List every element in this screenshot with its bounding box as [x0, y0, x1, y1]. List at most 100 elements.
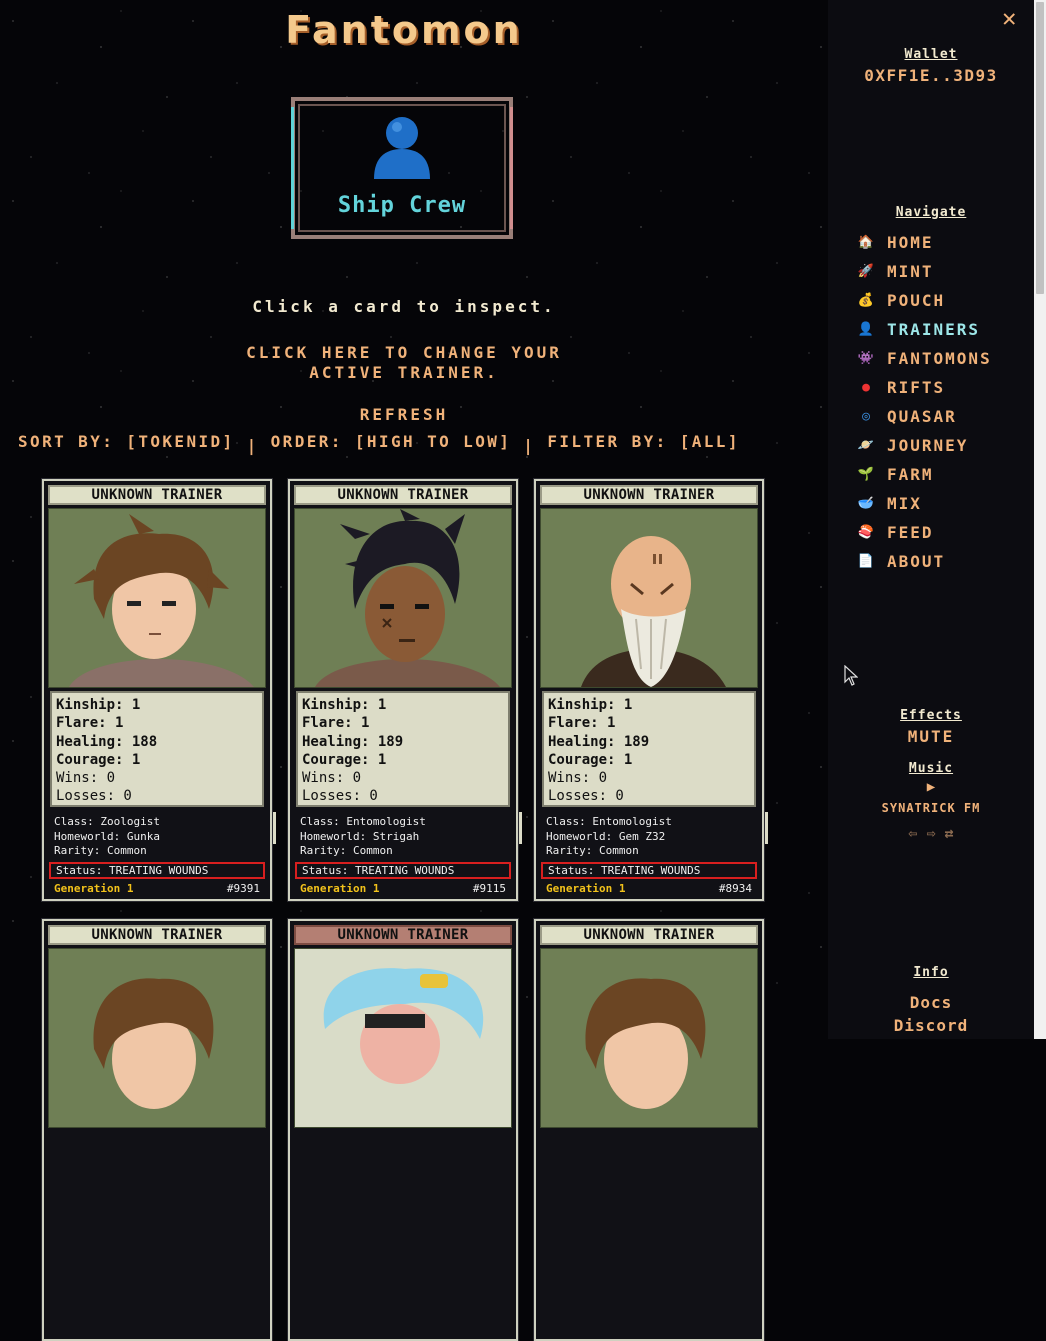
trainer-class: Class: Entomologist: [300, 815, 426, 828]
inspect-instructions: Click a card to inspect.: [252, 297, 556, 316]
scrollbar-thumb[interactable]: [1036, 2, 1044, 294]
trainer-stats: Kinship: 1 Flare: 1 Healing: 188 Courage…: [50, 691, 264, 807]
filter-by-control[interactable]: FILTER BY: [ALL]: [547, 432, 740, 451]
nav-item-fantomons[interactable]: 👾 FANTOMONS: [858, 345, 992, 371]
music-station: SYNATRICK FM: [881, 801, 981, 815]
wallet-address[interactable]: 0XFF1E..3D93: [828, 66, 1034, 85]
nav-label: POUCH: [887, 290, 946, 310]
next-track-icon[interactable]: ⇨: [926, 824, 935, 842]
card-title: UNKNOWN TRAINER: [294, 925, 512, 945]
trainer-card[interactable]: UNKNOWN TRAINER: [287, 918, 519, 1341]
order-control[interactable]: ORDER: [HIGH TO LOW]: [271, 432, 512, 451]
nav-label: JOURNEY: [887, 435, 969, 455]
stat-kinship: Kinship: 1: [302, 697, 387, 713]
nav-label: ABOUT: [887, 551, 946, 571]
trainer-portrait: [540, 948, 758, 1128]
wallet-heading: Wallet: [904, 47, 958, 62]
nav-item-trainers[interactable]: 👤 TRAINERS: [858, 316, 980, 342]
nav-label: HOME: [887, 232, 934, 252]
main-content: Fantomon Ship Crew Click a card to inspe…: [0, 0, 828, 1341]
discord-link[interactable]: Discord: [828, 1016, 1034, 1035]
stat-courage: Courage: 1: [56, 751, 141, 768]
rocket-icon: 🚀: [857, 263, 875, 279]
play-icon[interactable]: ▶: [828, 779, 1034, 795]
vortex-icon: ◎: [862, 408, 870, 424]
nav-item-home[interactable]: 🏠 HOME: [858, 229, 934, 255]
navigate-heading: Navigate: [895, 205, 967, 220]
mouse-pointer-icon: [844, 665, 858, 686]
info-heading: Info: [913, 965, 949, 980]
stat-flare: Flare: 1: [56, 715, 124, 732]
nav-label: FEED: [887, 522, 934, 542]
refresh-button[interactable]: REFRESH: [0, 405, 808, 424]
shuffle-icon[interactable]: ⇄: [945, 824, 954, 842]
food-icon: 🍣: [857, 524, 875, 540]
nav-label: MIX: [887, 493, 922, 513]
nav-item-mint[interactable]: 🚀 MINT: [858, 258, 934, 284]
trainer-class: Class: Zoologist: [54, 815, 160, 828]
trainer-generation: Generation 1: [546, 882, 626, 895]
seedling-icon: 🌱: [857, 466, 875, 482]
trainer-card[interactable]: UNKNOWN TRAINER Kinship: 1 Flare: 1 Heal…: [41, 478, 273, 902]
planet-icon: 🪐: [857, 437, 875, 453]
nav-item-mix[interactable]: 🥣 MIX: [858, 490, 922, 516]
stat-wins: Wins: 0: [548, 770, 608, 787]
trainer-card[interactable]: UNKNOWN TRAINER Kinship: 1 Flare: 1 Heal…: [533, 478, 765, 902]
page-icon: 📄: [857, 553, 875, 569]
nav-label: RIFTS: [887, 377, 946, 397]
card-controls: SORT BY: [TOKENID] | ORDER: [HIGH TO LOW] |…: [18, 432, 818, 455]
trainer-token-id: #8934: [718, 882, 752, 895]
person-icon: [374, 117, 430, 179]
trainer-status: Status: TREATING WOUNDS: [49, 862, 265, 879]
trainer-stats: Kinship: 1 Flare: 1 Healing: 189 Courage…: [542, 691, 756, 807]
trainer-meta: Class: Zoologist Homeworld: Gunka Rarity…: [54, 815, 160, 859]
docs-link[interactable]: Docs: [828, 993, 1034, 1012]
mute-toggle[interactable]: MUTE: [828, 727, 1034, 746]
nav-item-farm[interactable]: 🌱 FARM: [858, 461, 934, 487]
previous-track-icon[interactable]: ⇦: [908, 824, 917, 842]
trainer-rarity: Rarity: Common: [54, 844, 147, 857]
nav-item-rifts[interactable]: ● RIFTS: [858, 374, 945, 400]
change-active-trainer-link[interactable]: CLICK HERE TO CHANGE YOUR ACTIVE TRAINER…: [0, 343, 808, 383]
ship-crew-label: Ship Crew: [337, 193, 467, 218]
stat-healing: Healing: 188: [56, 733, 158, 750]
trainer-card[interactable]: UNKNOWN TRAINER: [533, 918, 765, 1341]
card-title: UNKNOWN TRAINER: [540, 925, 758, 945]
stat-losses: Losses: 0: [302, 788, 378, 805]
trainer-card[interactable]: UNKNOWN TRAINER: [41, 918, 273, 1341]
stat-wins: Wins: 0: [302, 770, 362, 787]
stat-kinship: Kinship: 1: [56, 697, 141, 713]
change-trainer-line-2: ACTIVE TRAINER.: [309, 363, 499, 382]
nav-label: QUASAR: [887, 406, 957, 426]
nav-label: MINT: [887, 261, 934, 281]
trainer-portrait: [294, 508, 512, 688]
nav-label: FARM: [887, 464, 934, 484]
close-icon[interactable]: ✕: [1002, 4, 1016, 32]
trainer-card[interactable]: UNKNOWN TRAINER Kinship: 1 Flare: 1 Heal…: [287, 478, 519, 902]
person-icon: 👤: [857, 321, 875, 337]
house-icon: 🏠: [857, 234, 875, 250]
stat-losses: Losses: 0: [56, 788, 132, 805]
music-controls: ⇦ ⇨ ⇄: [828, 824, 1034, 842]
card-edge-marker: [519, 812, 522, 844]
sort-by-control[interactable]: SORT BY: [TOKENID]: [18, 432, 235, 451]
nav-item-quasar[interactable]: ◎ QUASAR: [858, 403, 957, 429]
scrollbar[interactable]: [1034, 0, 1046, 1039]
trainer-portrait: [294, 948, 512, 1128]
card-edge-marker: [273, 812, 276, 844]
stat-losses: Losses: 0: [548, 788, 624, 805]
stat-courage: Courage: 1: [302, 751, 387, 768]
alien-monster-icon: 👾: [857, 350, 875, 366]
stat-kinship: Kinship: 1: [548, 697, 633, 713]
nav-item-journey[interactable]: 🪐 JOURNEY: [858, 432, 968, 458]
card-title: UNKNOWN TRAINER: [540, 485, 758, 505]
nav-item-pouch[interactable]: 💰 POUCH: [858, 287, 945, 313]
card-title: UNKNOWN TRAINER: [294, 485, 512, 505]
stat-flare: Flare: 1: [548, 715, 616, 732]
nav-item-feed[interactable]: 🍣 FEED: [858, 519, 934, 545]
control-separator: |: [523, 436, 536, 455]
control-separator: |: [246, 436, 259, 455]
ship-crew-button[interactable]: Ship Crew: [291, 97, 513, 239]
nav-item-about[interactable]: 📄 ABOUT: [858, 548, 945, 574]
trainer-homeworld: Homeworld: Gem Z32: [546, 829, 666, 843]
